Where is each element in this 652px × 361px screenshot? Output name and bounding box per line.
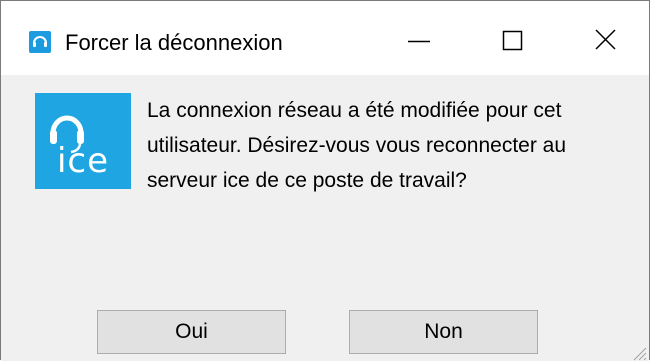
maximize-button[interactable] — [466, 17, 558, 67]
message-line: La connexion réseau a été modifiée pour … — [147, 99, 562, 122]
close-icon — [595, 29, 616, 50]
maximize-icon — [502, 30, 523, 51]
title-bar[interactable]: Forcer la déconnexion — [1, 1, 649, 75]
dialog-window: Forcer la déconnexion ice La connexion r… — [0, 0, 650, 361]
minimize-icon — [408, 40, 430, 43]
dialog-content: ice La connexion réseau a été modifiée p… — [1, 75, 649, 361]
dialog-message: La connexion réseau a été modifiée pour … — [147, 93, 637, 198]
window-title: Forcer la déconnexion — [65, 30, 283, 55]
resize-grip-icon[interactable] — [631, 345, 647, 361]
logo-text: ice — [56, 141, 110, 181]
message-line: utilisateur. Désirez-vous vous reconnect… — [147, 134, 567, 157]
ice-logo: ice — [35, 93, 131, 189]
close-button[interactable] — [558, 17, 650, 67]
minimize-button[interactable] — [373, 17, 465, 67]
yes-button[interactable]: Oui — [97, 310, 286, 354]
no-button[interactable]: Non — [349, 310, 538, 354]
headset-icon — [29, 31, 51, 53]
message-line: serveur ice de ce poste de travail? — [147, 169, 467, 192]
